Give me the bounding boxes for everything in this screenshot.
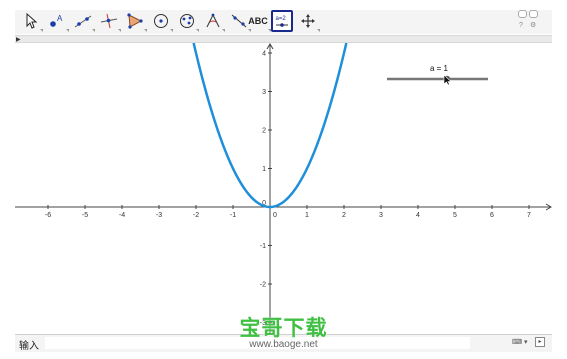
point-icon: A bbox=[50, 14, 63, 27]
angle-tool-button[interactable] bbox=[201, 10, 225, 32]
polygon-tool-button[interactable] bbox=[123, 10, 147, 32]
ellipse-icon bbox=[180, 14, 194, 28]
view-dock-bar: ▶ bbox=[15, 35, 552, 43]
geogebra-window: A ABC a=2 ? ⚙ ▶ -6 -5 -4 -3 -2 -1 0 1 2 … bbox=[0, 0, 567, 359]
toolbar: A ABC a=2 ? ⚙ bbox=[15, 10, 552, 34]
x-tick-label: 4 bbox=[416, 212, 420, 219]
x-tick-label: -2 bbox=[193, 212, 199, 219]
x-tick-label: 5 bbox=[453, 212, 457, 219]
angle-icon bbox=[206, 13, 220, 28]
y-tick-label: 1 bbox=[262, 166, 266, 173]
cursor-arrow-icon bbox=[26, 13, 38, 29]
perpendicular-line-tool-button[interactable] bbox=[97, 10, 121, 32]
input-bar: 输入 ⌨ ▾ ▸ bbox=[15, 334, 552, 352]
graphics-view[interactable]: -6 -5 -4 -3 -2 -1 0 1 2 3 4 5 6 7 1 2 3 4 -1 -2 -3 0 a = 1 bbox=[15, 42, 552, 334]
circle-center-icon bbox=[154, 14, 168, 28]
move-tool-button[interactable] bbox=[19, 10, 43, 32]
slider-widget[interactable]: a = 1 bbox=[387, 64, 488, 86]
x-tick-label: -5 bbox=[82, 212, 88, 219]
gear-icon[interactable]: ⚙ bbox=[530, 21, 536, 29]
y-tick-label: -1 bbox=[260, 243, 266, 250]
move-graphics-view-tool-button[interactable] bbox=[296, 10, 320, 32]
x-tick-label: 2 bbox=[342, 212, 346, 219]
x-tick-label: -1 bbox=[230, 212, 236, 219]
help-icon[interactable]: ? bbox=[519, 22, 523, 29]
slider-tool-button[interactable]: a=2 bbox=[271, 10, 293, 32]
keyboard-icon[interactable]: ⌨ ▾ bbox=[512, 338, 528, 346]
toolbar-right-controls: ? ⚙ bbox=[518, 10, 548, 34]
x-tick-label: 7 bbox=[527, 212, 531, 219]
slider-tool-label: a=2 bbox=[276, 16, 287, 22]
x-tick-label: -3 bbox=[156, 212, 162, 219]
coordinate-axes bbox=[15, 43, 552, 334]
polygon-icon bbox=[127, 13, 143, 29]
y-tick-label: 4 bbox=[262, 51, 266, 58]
x-tick-label: -4 bbox=[119, 212, 125, 219]
line-tool-button[interactable] bbox=[71, 10, 95, 32]
redo-button[interactable] bbox=[529, 10, 538, 18]
input-label: 输入 bbox=[19, 341, 39, 352]
expand-arrow-icon[interactable]: ▶ bbox=[16, 36, 21, 43]
point-tool-label: A bbox=[57, 14, 63, 23]
y-tick-label: 3 bbox=[262, 89, 266, 96]
x-tick-label: 3 bbox=[379, 212, 383, 219]
line-icon bbox=[74, 15, 92, 28]
perpendicular-icon bbox=[100, 13, 118, 29]
y-tick-label: 2 bbox=[262, 128, 266, 135]
input-field[interactable] bbox=[45, 337, 470, 349]
circle-tool-button[interactable] bbox=[149, 10, 173, 32]
slider-icon: a=2 bbox=[276, 16, 288, 27]
expand-icon[interactable]: ▸ bbox=[535, 337, 545, 347]
move-view-icon bbox=[301, 14, 315, 28]
slider-label: a = 1 bbox=[430, 64, 449, 73]
y-tick-label: -2 bbox=[260, 282, 266, 289]
graphics-canvas[interactable]: -6 -5 -4 -3 -2 -1 0 1 2 3 4 5 6 7 1234-1-2-30 a = 1 bbox=[15, 42, 552, 334]
text-tool-button[interactable]: ABC bbox=[245, 10, 271, 32]
undo-button[interactable] bbox=[518, 10, 527, 18]
x-tick-label: 1 bbox=[305, 212, 309, 219]
y-tick-label: -3 bbox=[260, 320, 266, 327]
ellipse-tool-button[interactable] bbox=[175, 10, 199, 32]
text-icon: ABC bbox=[248, 16, 268, 26]
x-tick-label: 0 bbox=[273, 212, 277, 219]
point-tool-button[interactable]: A bbox=[45, 10, 69, 32]
x-tick-label: 6 bbox=[490, 212, 494, 219]
x-tick-label: -6 bbox=[45, 212, 51, 219]
